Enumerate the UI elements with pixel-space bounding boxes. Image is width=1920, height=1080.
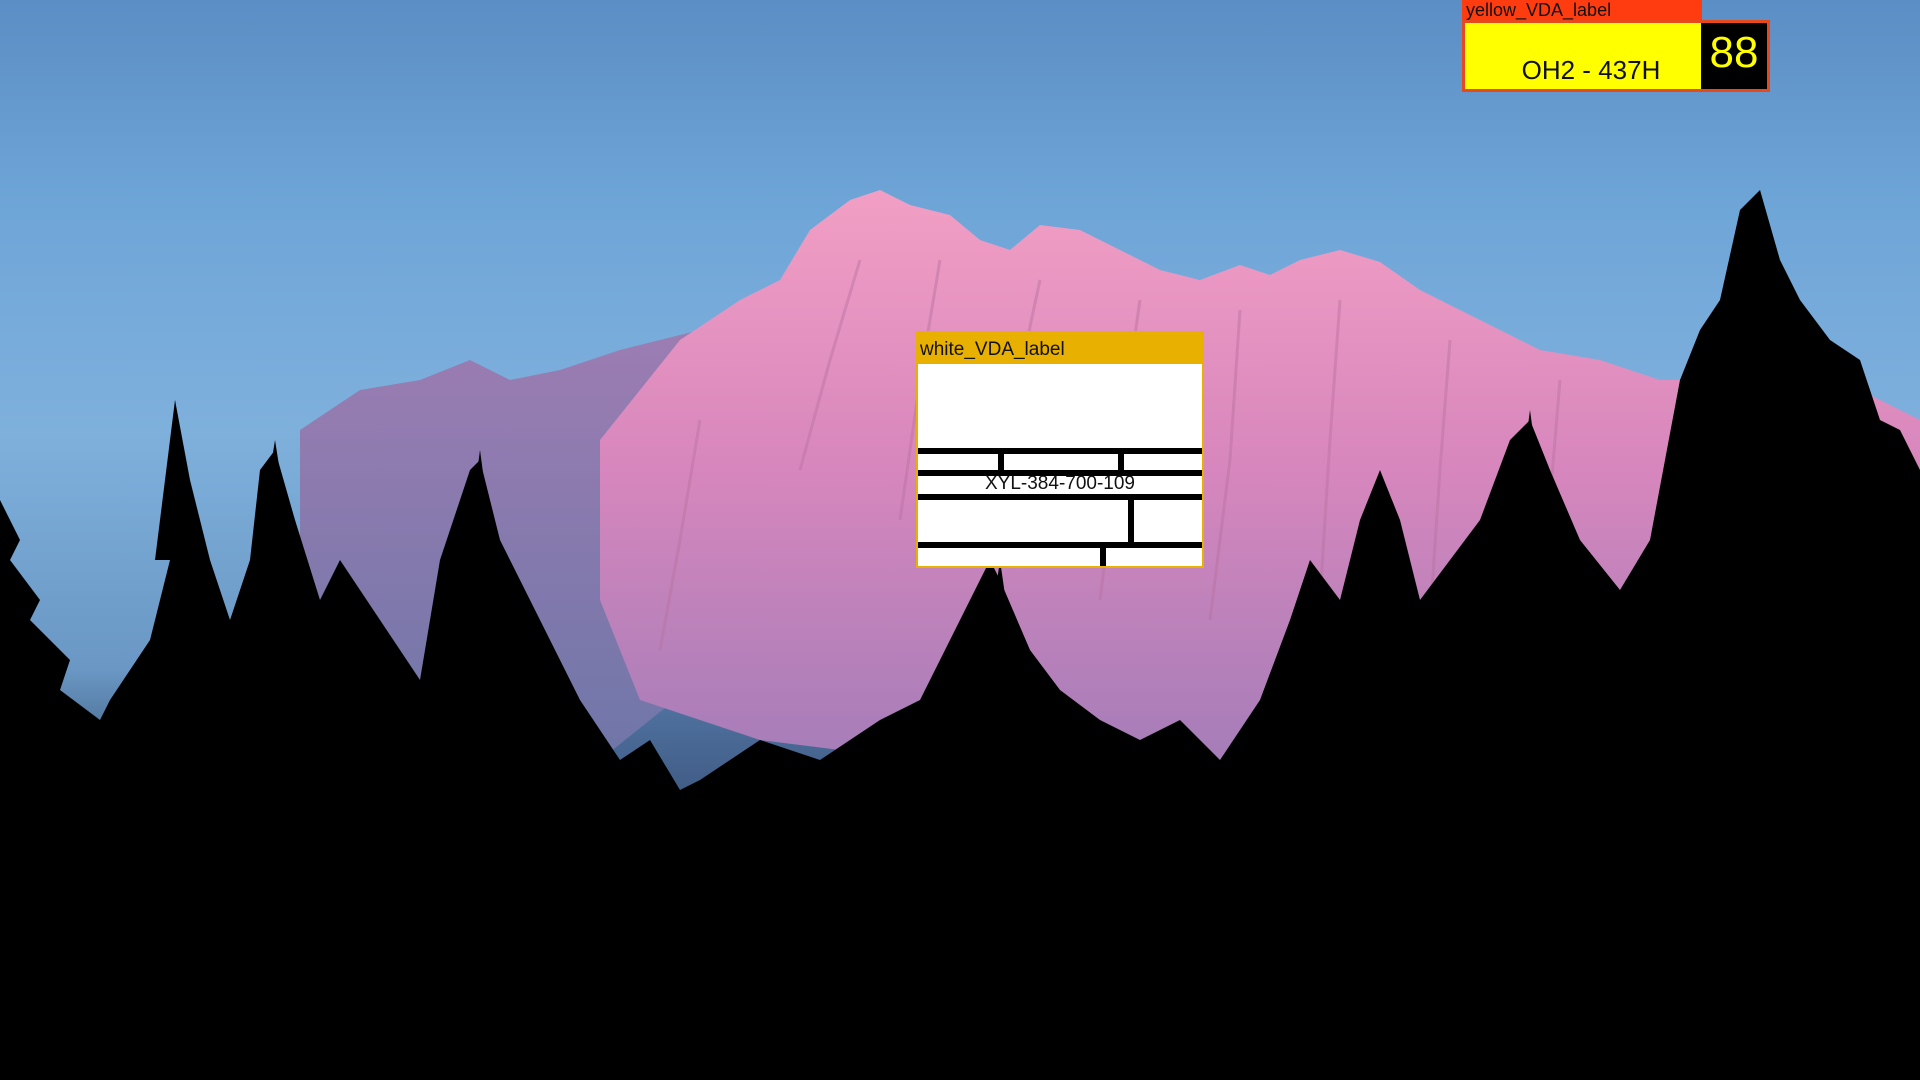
label-divider (998, 448, 1004, 470)
label-rule (918, 494, 1202, 500)
label-divider (1118, 448, 1124, 470)
yellow-vda-label-window[interactable]: yellow_VDA_label OH2 - 437H 88 (1462, 0, 1770, 92)
white-label-code: XYL-384-700-109 (985, 473, 1135, 494)
label-divider (1100, 542, 1106, 566)
white-label-body: XYL-384-700-109 (916, 364, 1204, 568)
label-rule (918, 448, 1202, 454)
yellow-label-number: 88 (1701, 23, 1767, 89)
white-label-title[interactable]: white_VDA_label (916, 331, 1204, 364)
label-rule (918, 542, 1202, 548)
yellow-label-title[interactable]: yellow_VDA_label (1462, 0, 1702, 21)
yellow-label-body: OH2 - 437H 88 (1462, 20, 1770, 92)
label-divider (1128, 494, 1134, 542)
white-vda-label-window[interactable]: white_VDA_label XYL-384-700-109 (916, 331, 1204, 568)
desktop: yellow_VDA_label OH2 - 437H 88 white_VDA… (0, 0, 1920, 1080)
yellow-label-code: OH2 - 437H (1521, 55, 1661, 85)
